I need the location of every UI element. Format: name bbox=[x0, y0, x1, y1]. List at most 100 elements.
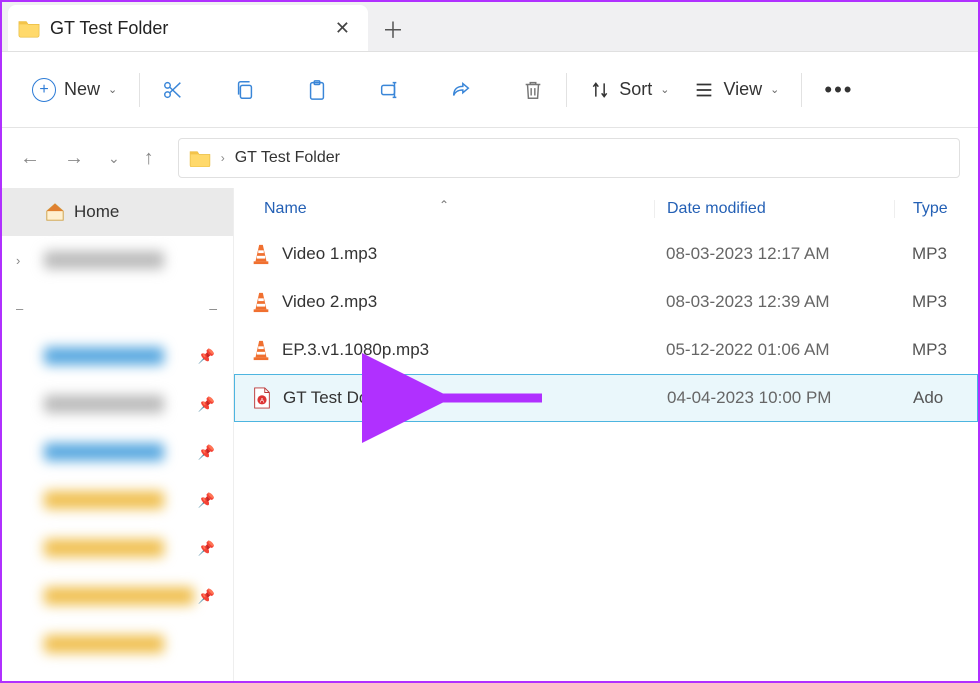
view-list-icon bbox=[693, 79, 715, 101]
chevron-down-icon: ⌄ bbox=[108, 83, 117, 96]
sort-icon bbox=[589, 79, 611, 101]
sidebar-item[interactable] bbox=[2, 620, 233, 668]
file-row[interactable]: Video 1.mp308-03-2023 12:17 AMMP3 bbox=[234, 230, 978, 278]
file-name: Video 2.mp3 bbox=[282, 292, 377, 312]
new-button[interactable]: + New ⌄ bbox=[20, 70, 129, 110]
file-row[interactable]: Video 2.mp3 08-03-2023 12:39 AMMP3 bbox=[234, 278, 978, 326]
main-area: Home › – – 📌 📌 📌 📌 📌 📌 ⌃ Name Date modif… bbox=[2, 188, 978, 681]
share-icon bbox=[450, 79, 472, 101]
new-label: New bbox=[64, 79, 100, 100]
back-button[interactable]: ← bbox=[20, 147, 40, 170]
file-name: GT Test Doc.pdf bbox=[283, 388, 405, 408]
column-name[interactable]: ⌃ Name bbox=[234, 200, 654, 218]
forward-button[interactable]: → bbox=[64, 147, 84, 170]
new-tab-button[interactable]: ＋ bbox=[368, 13, 418, 51]
trash-icon bbox=[522, 79, 544, 101]
separator bbox=[801, 73, 802, 107]
pin-icon: 📌 bbox=[198, 396, 215, 413]
vlc-icon bbox=[250, 339, 272, 361]
file-date: 04-04-2023 10:00 PM bbox=[655, 388, 895, 408]
file-type: MP3 bbox=[894, 340, 947, 360]
blurred-label bbox=[44, 587, 194, 605]
share-button[interactable] bbox=[438, 71, 484, 109]
delete-button[interactable] bbox=[510, 71, 556, 109]
folder-icon bbox=[189, 147, 211, 169]
nav-bar: ← → ⌄ ↑ › GT Test Folder bbox=[2, 128, 978, 188]
sidebar-item[interactable]: 📌 bbox=[2, 380, 233, 428]
copy-button[interactable] bbox=[222, 71, 268, 109]
file-date: 08-03-2023 12:39 AM bbox=[654, 292, 894, 312]
sidebar-item[interactable]: › bbox=[2, 236, 233, 284]
recent-button[interactable]: ⌄ bbox=[108, 150, 120, 167]
plus-circle-icon: + bbox=[32, 78, 56, 102]
vlc-icon bbox=[250, 291, 272, 313]
rename-button[interactable] bbox=[366, 71, 412, 109]
sidebar: Home › – – 📌 📌 📌 📌 📌 📌 bbox=[2, 188, 234, 681]
file-row[interactable]: A GT Test Doc.pdf 04-04-2023 10:00 PMAdo bbox=[234, 374, 978, 422]
tab-bar: GT Test Folder ✕ ＋ bbox=[2, 2, 978, 52]
blurred-label bbox=[44, 347, 164, 365]
annotation-arrow bbox=[424, 380, 544, 416]
view-label: View bbox=[723, 79, 762, 100]
file-type: Ado bbox=[895, 388, 943, 408]
clipboard-icon bbox=[306, 79, 328, 101]
file-date: 05-12-2022 01:06 AM bbox=[654, 340, 894, 360]
separator bbox=[139, 73, 140, 107]
pin-icon: 📌 bbox=[198, 444, 215, 461]
sidebar-item[interactable]: 📌 bbox=[2, 572, 233, 620]
sidebar-item-home[interactable]: Home bbox=[2, 188, 233, 236]
file-row[interactable]: EP.3.v1.1080p.mp3 05-12-2022 01:06 AMMP3 bbox=[234, 326, 978, 374]
file-name: EP.3.v1.1080p.mp3 bbox=[282, 340, 429, 360]
file-list: ⌃ Name Date modified Type Video 1.mp3 08-… bbox=[234, 188, 978, 681]
svg-text:A: A bbox=[260, 398, 265, 405]
blurred-label bbox=[44, 443, 164, 461]
blurred-label bbox=[44, 395, 164, 413]
sort-label: Sort bbox=[619, 79, 652, 100]
tab-active[interactable]: GT Test Folder ✕ bbox=[8, 5, 368, 51]
minus-icon: – bbox=[209, 300, 217, 316]
paste-button[interactable] bbox=[294, 71, 340, 109]
pin-icon: 📌 bbox=[198, 348, 215, 365]
blurred-label bbox=[44, 491, 164, 509]
sidebar-item[interactable]: 📌 bbox=[2, 332, 233, 380]
sidebar-item[interactable]: 📌 bbox=[2, 476, 233, 524]
sidebar-item[interactable]: 📌 bbox=[2, 524, 233, 572]
cut-button[interactable] bbox=[150, 71, 196, 109]
column-date[interactable]: Date modified bbox=[654, 200, 894, 218]
tab-title: GT Test Folder bbox=[50, 18, 321, 39]
chevron-right-icon: › bbox=[16, 253, 20, 268]
vlc-icon bbox=[250, 243, 272, 265]
toolbar: + New ⌄ bbox=[2, 52, 978, 128]
chevron-down-icon: ⌄ bbox=[770, 83, 779, 96]
chevron-down-icon: ⌄ bbox=[660, 83, 669, 96]
scissors-icon bbox=[162, 79, 184, 101]
separator bbox=[566, 73, 567, 107]
sidebar-item[interactable]: 📌 bbox=[2, 428, 233, 476]
address-bar[interactable]: › GT Test Folder bbox=[178, 138, 960, 178]
pdf-icon: A bbox=[251, 387, 273, 409]
sort-button[interactable]: Sort ⌄ bbox=[577, 71, 681, 109]
sort-indicator-icon: ⌃ bbox=[439, 198, 449, 212]
up-button[interactable]: ↑ bbox=[144, 147, 154, 170]
folder-icon bbox=[18, 17, 40, 39]
more-button[interactable]: ••• bbox=[812, 69, 865, 111]
breadcrumb-location[interactable]: GT Test Folder bbox=[235, 149, 340, 167]
pin-icon: 📌 bbox=[198, 588, 215, 605]
minus-icon: – bbox=[16, 301, 23, 316]
sidebar-item[interactable]: – – bbox=[2, 284, 233, 332]
sidebar-home-label: Home bbox=[74, 202, 119, 222]
ellipsis-icon: ••• bbox=[824, 77, 853, 103]
close-icon[interactable]: ✕ bbox=[331, 14, 354, 43]
pin-icon: 📌 bbox=[198, 540, 215, 557]
file-date: 08-03-2023 12:17 AM bbox=[654, 244, 894, 264]
chevron-right-icon: › bbox=[221, 151, 225, 165]
blurred-label bbox=[44, 251, 164, 269]
view-button[interactable]: View ⌄ bbox=[681, 71, 791, 109]
home-icon bbox=[44, 201, 66, 223]
column-type[interactable]: Type bbox=[894, 200, 948, 218]
pin-icon: 📌 bbox=[198, 492, 215, 509]
file-type: MP3 bbox=[894, 292, 947, 312]
blurred-label bbox=[44, 635, 164, 653]
file-name: Video 1.mp3 bbox=[282, 244, 377, 264]
blurred-label bbox=[44, 539, 164, 557]
